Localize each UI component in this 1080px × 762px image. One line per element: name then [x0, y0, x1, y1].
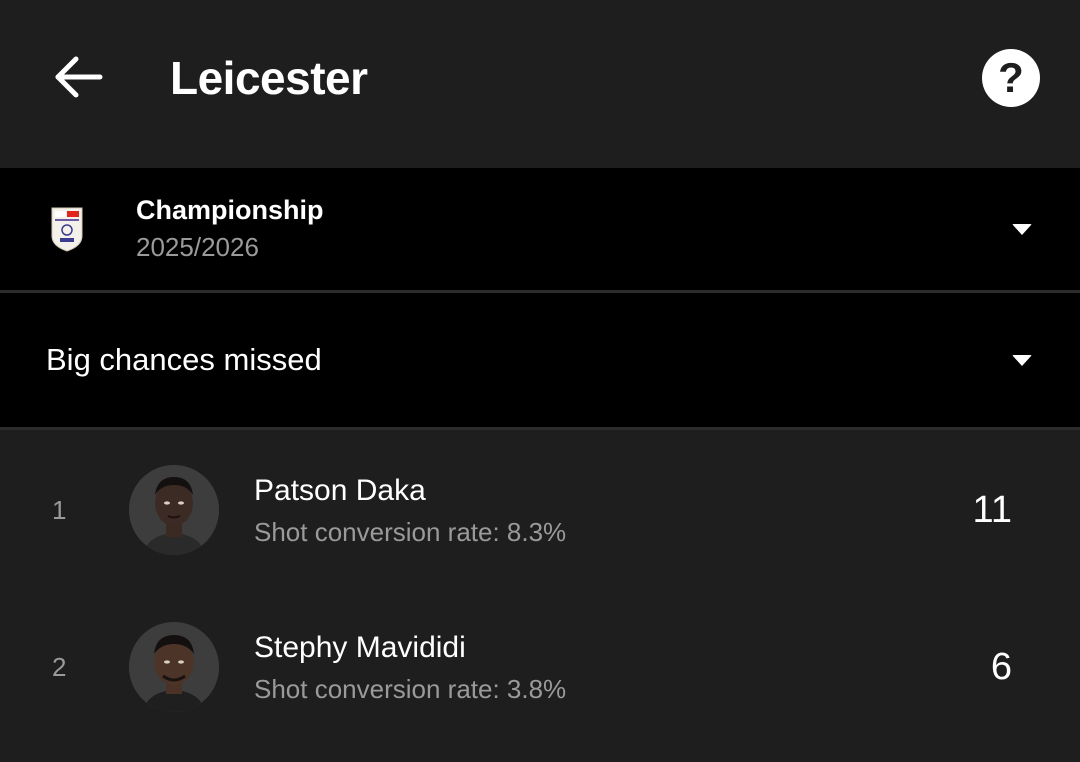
divider	[0, 427, 1080, 430]
player-photo	[129, 465, 219, 555]
player-stat-value: 6	[990, 646, 1012, 688]
help-button[interactable]: ?	[982, 49, 1040, 107]
player-rank: 1	[52, 495, 67, 525]
league-season: 2025/2026	[136, 232, 259, 262]
player-stat-value: 11	[972, 489, 1012, 531]
chevron-down-icon	[1012, 224, 1032, 235]
league-name: Championship	[136, 195, 324, 225]
player-avatar	[129, 465, 219, 555]
player-avatar	[129, 622, 219, 712]
efl-championship-logo	[51, 207, 83, 252]
player-row[interactable]: 2 Stephy Mavididi Shot conversion rate: …	[0, 589, 1080, 739]
player-name: Stephy Mavididi	[254, 631, 466, 664]
page-title: Leicester	[170, 52, 368, 104]
chevron-down-icon	[1012, 355, 1032, 366]
player-row[interactable]: 1 Patson Daka Shot conversion rate: 8.3%…	[0, 432, 1080, 582]
top-app-bar: Leicester ?	[0, 0, 1080, 166]
league-info: Championship 2025/2026	[136, 194, 324, 265]
question-mark-icon: ?	[998, 54, 1024, 101]
league-selector[interactable]: Championship 2025/2026	[0, 168, 1080, 290]
stat-label: Big chances missed	[46, 342, 322, 377]
player-subtitle: Shot conversion rate: 3.8%	[254, 674, 567, 704]
back-button[interactable]	[46, 44, 112, 110]
player-name: Patson Daka	[254, 474, 426, 507]
player-subtitle: Shot conversion rate: 8.3%	[254, 517, 567, 547]
app-root: Leicester ? Championship 2025/2026 Big c…	[0, 0, 1080, 762]
stat-selector[interactable]: Big chances missed	[0, 293, 1080, 427]
arrow-left-icon	[55, 56, 103, 98]
player-rank: 2	[52, 652, 67, 682]
player-photo	[129, 622, 219, 712]
